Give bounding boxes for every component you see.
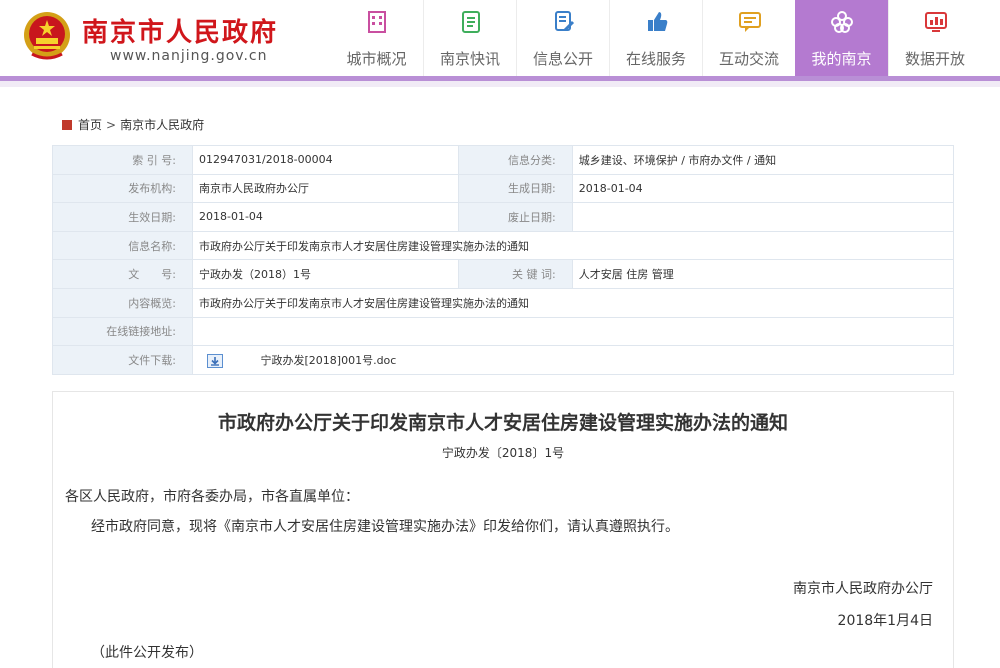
nav-label: 南京快讯 <box>439 50 500 68</box>
table-row: 文 号: 宁政办发（2018）1号 关 键 词: 人才安居 住房 管理 <box>52 259 955 289</box>
header-shadow-bar <box>0 81 1000 87</box>
index-value: 012947031/2018-00004 <box>192 145 459 175</box>
article-date: 2018年1月4日 <box>837 613 933 629</box>
category-label: 信息分类: <box>457 145 573 175</box>
issuer-value: 南京市人民政府办公厅 <box>192 173 459 204</box>
created-value: 2018-01-04 <box>571 173 955 204</box>
name-label: 信息名称: <box>52 230 193 261</box>
summary-value: 市政府办公厅关于印发南京市人才安居住房建设管理实施办法的通知 <box>192 287 954 318</box>
table-row: 索 引 号: 012947031/2018-00004 信息分类: 城乡建设、环… <box>52 145 955 175</box>
created-label: 生成日期: <box>457 173 573 204</box>
keywords-value: 人才安居 住房 管理 <box>571 259 955 289</box>
main-nav: 城市概况 南京快讯 信息公开 在线服务 互动交流 我的南京 数据开放 <box>330 0 981 76</box>
article-body: 经市政府同意，现将《南京市人才安居住房建设管理实施办法》印发给你们，请认真遵照执… <box>91 519 679 535</box>
nav-label: 信息公开 <box>532 50 593 68</box>
nav-item-my-nanjing[interactable]: 我的南京 <box>795 0 888 76</box>
chart-monitor-icon <box>925 12 947 32</box>
breadcrumb-separator: > <box>106 117 117 132</box>
nav-item-nanjing-news[interactable]: 南京快讯 <box>423 0 516 76</box>
nav-label: 在线服务 <box>625 50 686 68</box>
summary-label: 内容概览: <box>52 287 193 318</box>
index-label: 索 引 号: <box>52 145 193 175</box>
effective-label: 生效日期: <box>52 202 193 232</box>
docno-label: 文 号: <box>52 259 193 289</box>
article-signature: 南京市人民政府办公厅 <box>793 581 933 597</box>
link-value[interactable] <box>192 316 954 347</box>
table-row: 在线链接地址: <box>52 316 954 347</box>
effective-value: 2018-01-04 <box>192 202 459 232</box>
nav-item-city-overview[interactable]: 城市概况 <box>330 0 423 76</box>
nav-label: 我的南京 <box>811 50 872 68</box>
breadcrumb: 首页 > 南京市人民政府 <box>62 116 204 133</box>
nav-item-online-service[interactable]: 在线服务 <box>609 0 702 76</box>
download-icon[interactable] <box>207 353 223 368</box>
link-label: 在线链接地址: <box>52 316 193 347</box>
flower-icon <box>831 11 853 33</box>
download-file-link[interactable]: 宁政办发[2018]001号.doc <box>261 354 397 367</box>
thumbs-up-icon <box>648 12 668 31</box>
document-edit-icon <box>555 11 575 32</box>
nav-item-info-disclosure[interactable]: 信息公开 <box>516 0 609 76</box>
chat-icon <box>739 12 761 32</box>
expire-label: 废止日期: <box>457 202 573 232</box>
site-url: www.nanjing.gov.cn <box>110 48 268 64</box>
national-emblem-icon[interactable] <box>22 10 72 62</box>
site-header: 南京市人民政府 www.nanjing.gov.cn 城市概况 南京快讯 信息公… <box>0 0 1000 76</box>
table-row: 信息名称: 市政府办公厅关于印发南京市人才安居住房建设管理实施办法的通知 <box>52 230 954 261</box>
docno-value: 宁政办发（2018）1号 <box>192 259 459 289</box>
table-row: 发布机构: 南京市人民政府办公厅 生成日期: 2018-01-04 <box>52 173 955 204</box>
building-icon <box>368 11 386 33</box>
nav-label: 城市概况 <box>346 50 407 68</box>
nav-label: 互动交流 <box>718 50 779 68</box>
article-panel: 市政府办公厅关于印发南京市人才安居住房建设管理实施办法的通知 宁政办发〔2018… <box>52 391 954 668</box>
category-value: 城乡建设、环境保护 / 市府办文件 / 通知 <box>571 145 955 175</box>
article-title: 市政府办公厅关于印发南京市人才安居住房建设管理实施办法的通知 <box>217 412 788 434</box>
breadcrumb-current[interactable]: 南京市人民政府 <box>120 116 204 133</box>
keywords-label: 关 键 词: <box>457 259 573 289</box>
site-name[interactable]: 南京市人民政府 <box>82 12 278 49</box>
nav-item-interaction[interactable]: 互动交流 <box>702 0 795 76</box>
name-value: 市政府办公厅关于印发南京市人才安居住房建设管理实施办法的通知 <box>192 230 954 261</box>
issuer-label: 发布机构: <box>52 173 193 204</box>
expire-value <box>571 202 955 232</box>
article-doc-number: 宁政办发〔2018〕1号 <box>441 446 565 460</box>
table-row: 文件下载: 宁政办发[2018]001号.doc <box>52 345 954 375</box>
table-row: 生效日期: 2018-01-04 废止日期: <box>52 202 955 232</box>
download-cell: 宁政办发[2018]001号.doc <box>192 345 954 375</box>
article-note: （此件公开发布） <box>91 645 203 661</box>
news-icon <box>462 11 480 33</box>
document-info-table: 索 引 号: 012947031/2018-00004 信息分类: 城乡建设、环… <box>52 145 955 375</box>
nav-label: 数据开放 <box>904 50 965 68</box>
nav-item-open-data[interactable]: 数据开放 <box>888 0 981 76</box>
download-label: 文件下载: <box>52 345 193 375</box>
breadcrumb-home[interactable]: 首页 <box>78 116 102 133</box>
article-salutation: 各区人民政府，市府各委办局，市各直属单位： <box>65 489 359 505</box>
home-icon <box>62 119 72 130</box>
table-row: 内容概览: 市政府办公厅关于印发南京市人才安居住房建设管理实施办法的通知 <box>52 287 954 318</box>
